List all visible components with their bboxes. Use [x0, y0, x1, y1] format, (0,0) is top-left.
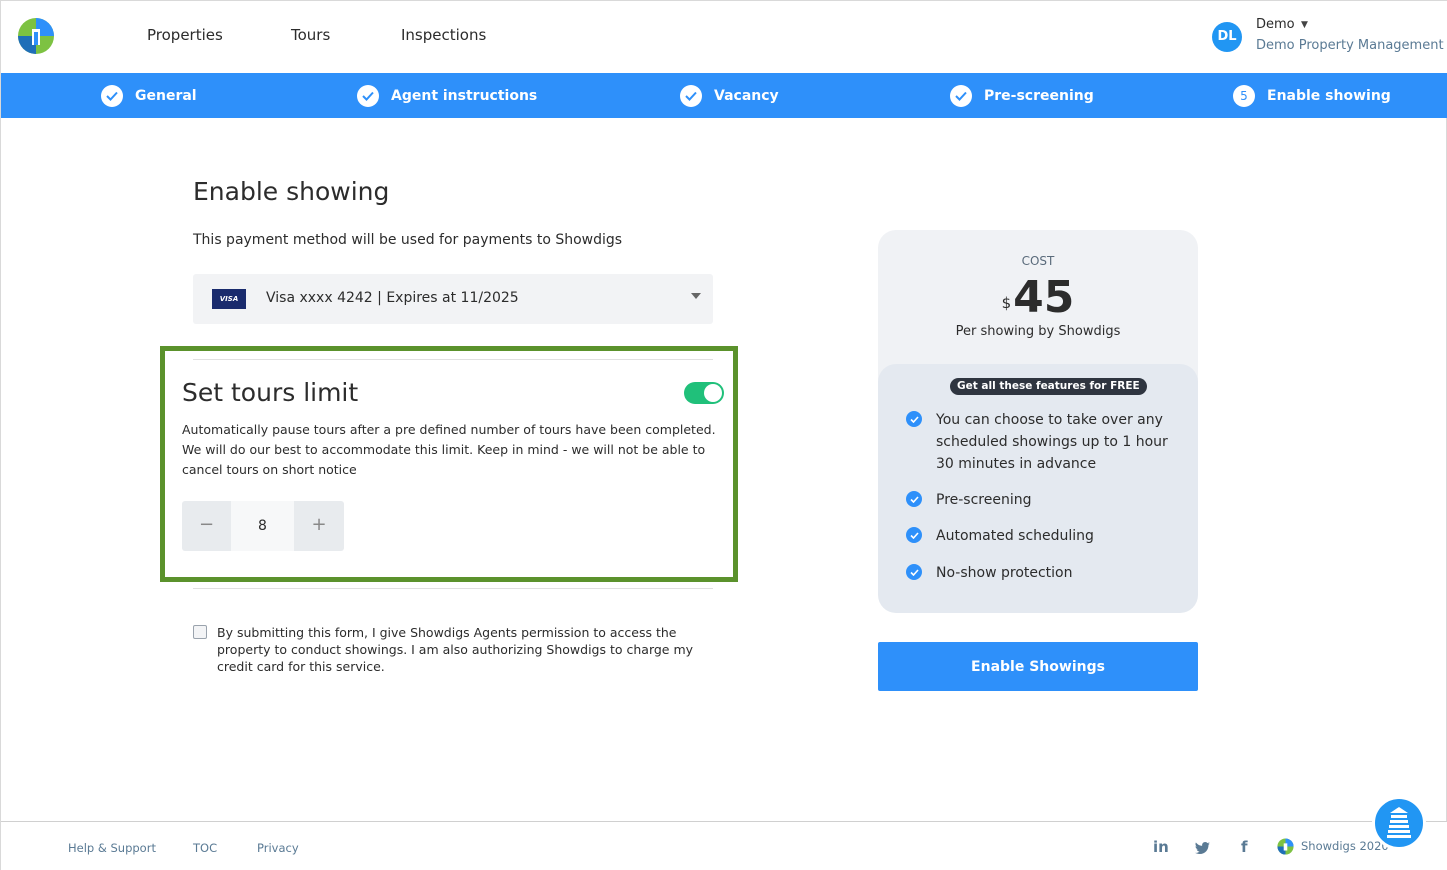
free-features-badge: Get all these features for FREE: [950, 378, 1147, 395]
step-vacancy[interactable]: Vacancy: [680, 73, 779, 118]
tours-limit-title: Set tours limit: [182, 378, 359, 407]
feature-text: Pre-screening: [936, 492, 1032, 508]
tours-limit-description: Automatically pause tours after a pre de…: [182, 422, 716, 477]
feature-item: Automated scheduling: [906, 525, 1176, 547]
cost-currency: $: [1001, 294, 1012, 312]
step-label: Vacancy: [714, 87, 779, 104]
step-label: General: [135, 87, 197, 104]
payment-note: This payment method will be used for pay…: [193, 232, 623, 248]
step-general[interactable]: General: [101, 73, 197, 118]
enable-showings-button[interactable]: Enable Showings: [878, 642, 1198, 691]
nav-tours[interactable]: Tours: [291, 26, 330, 44]
cost-label: COST: [1021, 254, 1055, 268]
cost-card: COST $45 Per showing by Showdigs Get all…: [878, 230, 1198, 613]
step-agent-instructions[interactable]: Agent instructions: [357, 73, 537, 118]
page: Properties Tours Inspections DL Demo ▼ D…: [0, 0, 1447, 870]
lighthouse-icon: [1387, 807, 1411, 838]
cost-value: 45: [1013, 272, 1075, 323]
step-label: Agent instructions: [391, 87, 538, 104]
avatar[interactable]: DL: [1212, 22, 1242, 52]
nav-inspections[interactable]: Inspections: [401, 26, 486, 44]
step-enable-showing[interactable]: 5 Enable showing: [1233, 73, 1391, 118]
visa-card-icon: VISA: [212, 289, 246, 309]
divider: [193, 588, 713, 589]
showdigs-logo-small: [1277, 838, 1294, 855]
feature-text: No-show protection: [936, 565, 1073, 581]
step-pre-screening[interactable]: Pre-screening: [950, 73, 1094, 118]
linkedin-icon[interactable]: in: [1153, 838, 1169, 856]
toggle-knob: [704, 384, 722, 402]
check-icon: [680, 84, 702, 107]
check-circle-icon: [906, 491, 922, 507]
check-icon: [357, 84, 379, 107]
step-label: Enable showing: [1267, 87, 1391, 104]
step-number: 5: [1233, 84, 1255, 107]
footer-privacy-link[interactable]: Privacy: [257, 841, 299, 855]
check-icon: [950, 84, 972, 107]
nav-properties[interactable]: Properties: [147, 26, 223, 44]
twitter-icon[interactable]: [1195, 840, 1210, 858]
payment-method-select[interactable]: VISA Visa xxxx 4242 | Expires at 11/2025: [193, 274, 713, 324]
footer-toc-link[interactable]: TOC: [193, 841, 217, 855]
feature-text: Automated scheduling: [936, 528, 1094, 544]
check-icon: [101, 84, 123, 107]
feature-item: You can choose to take over any schedule…: [906, 409, 1176, 475]
consent-text: By submitting this form, I give Showdigs…: [217, 625, 694, 674]
footer: Help & Support TOC Privacy in f Showdigs…: [1, 821, 1447, 870]
page-title: Enable showing: [193, 177, 390, 206]
step-label: Pre-screening: [984, 87, 1094, 104]
chevron-down-icon[interactable]: ▼: [1301, 20, 1308, 30]
facebook-icon[interactable]: f: [1241, 838, 1248, 856]
footer-help-link[interactable]: Help & Support: [68, 841, 156, 855]
check-circle-icon: [906, 527, 922, 543]
cost-subtitle: Per showing by Showdigs: [955, 324, 1121, 339]
user-company: Demo Property Management: [1256, 38, 1444, 53]
features-panel: Get all these features for FREE You can …: [878, 364, 1198, 613]
wizard-stepper: General Agent instructions Vacancy Pre-s…: [1, 73, 1447, 118]
feature-item: No-show protection: [906, 562, 1176, 584]
payment-method-value: Visa xxxx 4242 | Expires at 11/2025: [266, 290, 519, 306]
feature-item: Pre-screening: [906, 489, 1176, 511]
cost-amount: $45: [878, 272, 1198, 323]
tours-limit-input[interactable]: 8: [231, 501, 294, 551]
check-circle-icon: [906, 411, 922, 427]
user-name[interactable]: Demo: [1256, 17, 1295, 32]
caret-down-icon: [691, 293, 701, 299]
tours-limit-stepper: − 8 +: [182, 501, 344, 551]
increment-button[interactable]: +: [294, 501, 344, 551]
top-header: Properties Tours Inspections DL Demo ▼ D…: [1, 1, 1447, 73]
consent-checkbox[interactable]: [193, 625, 207, 639]
check-circle-icon: [906, 564, 922, 580]
feature-text: You can choose to take over any schedule…: [936, 412, 1168, 472]
decrement-button[interactable]: −: [182, 501, 231, 551]
tours-limit-toggle[interactable]: [684, 382, 724, 404]
showdigs-logo[interactable]: [17, 17, 55, 55]
help-chat-button[interactable]: [1372, 796, 1426, 850]
